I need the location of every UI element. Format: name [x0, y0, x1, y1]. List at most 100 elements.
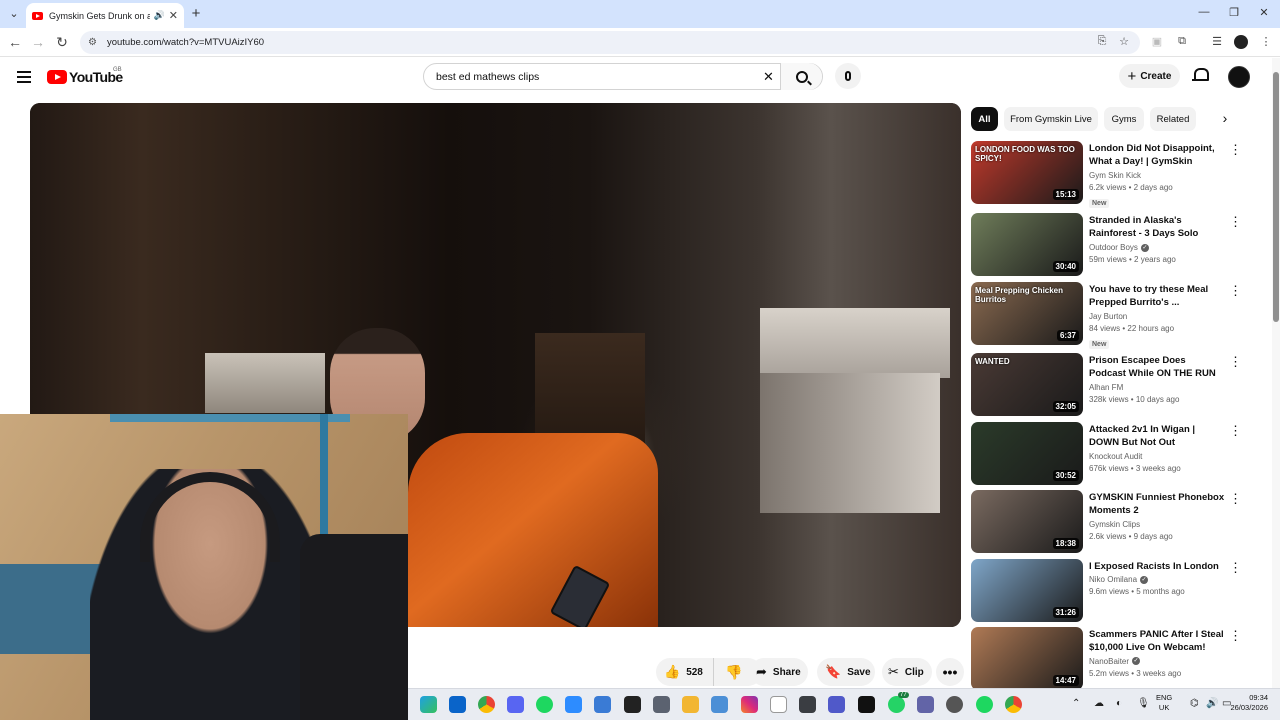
close-window-button[interactable]: ✕ [1254, 6, 1274, 19]
video-menu-icon[interactable]: ⋮ [1229, 143, 1242, 156]
video-thumbnail[interactable]: 14:47 [971, 627, 1083, 690]
chip-all[interactable]: All [971, 107, 998, 131]
system-clock[interactable]: 09:34 26/03/2026 [1222, 693, 1268, 713]
account-avatar[interactable] [1228, 66, 1250, 88]
profile-avatar[interactable] [1234, 35, 1248, 49]
edge-icon[interactable] [420, 696, 437, 713]
related-video-card[interactable]: 30:52 Attacked 2v1 In Wigan | DOWN But No… [971, 422, 1251, 486]
video-menu-icon[interactable]: ⋮ [1229, 424, 1242, 437]
save-button[interactable]: 🔖 Save [817, 658, 875, 686]
video-title[interactable]: Scammers PANIC After I Steal $10,000 Liv… [1089, 628, 1225, 655]
chrome-active-icon[interactable] [1005, 696, 1022, 713]
site-info-icon[interactable]: ⚙ [88, 37, 97, 48]
audio-playing-icon[interactable]: 🔊 [154, 10, 165, 21]
teams-icon[interactable] [828, 696, 845, 713]
share-button[interactable]: ➦ Share [750, 658, 808, 686]
video-thumbnail[interactable]: 18:38 [971, 490, 1083, 553]
video-menu-icon[interactable]: ⋮ [1229, 284, 1242, 297]
video-title[interactable]: GYMSKIN Funniest Phonebox Moments 2 [1089, 491, 1225, 518]
pen-app-icon[interactable] [594, 696, 611, 713]
chip-gyms[interactable]: Gyms [1104, 107, 1144, 131]
install-app-icon[interactable]: ⎘ [1094, 35, 1110, 48]
wifi-icon[interactable]: ⌬ [1190, 698, 1199, 709]
related-video-card[interactable]: 18:38 GYMSKIN Funniest Phonebox Moments 2… [971, 490, 1251, 554]
video-title[interactable]: You have to try these Meal Prepped Burri… [1089, 283, 1225, 310]
notifications-bell-icon[interactable] [1192, 68, 1209, 83]
new-tab-button[interactable]: + [189, 5, 203, 22]
clear-search-icon[interactable]: ✕ [763, 69, 774, 85]
page-scrollbar-thumb[interactable] [1273, 72, 1279, 322]
minimize-button[interactable]: — [1194, 6, 1214, 18]
more-actions-button[interactable]: ••• [936, 658, 964, 686]
calendar-icon[interactable] [711, 696, 728, 713]
video-thumbnail[interactable]: Meal Prepping Chicken Burritos 6:37 [971, 282, 1083, 345]
edge-tray-icon[interactable]: ◐ [1116, 698, 1122, 709]
chevron-right-icon[interactable]: › [1216, 110, 1234, 126]
outlook-icon[interactable] [449, 696, 466, 713]
close-tab-icon[interactable]: ✕ [169, 9, 178, 22]
onedrive-icon[interactable]: ☁ [1094, 698, 1104, 709]
spotify-icon[interactable] [536, 696, 553, 713]
like-button[interactable]: 👍 528 [656, 658, 714, 686]
reading-list-icon[interactable]: ☰ [1209, 35, 1225, 48]
channel-name[interactable]: Jay Burton [1089, 312, 1127, 321]
chrome-icon[interactable] [478, 696, 495, 713]
volume-icon[interactable]: 🔊 [1206, 698, 1218, 709]
video-title[interactable]: Attacked 2v1 In Wigan | DOWN But Not Out [1089, 423, 1225, 450]
guide-menu-icon[interactable] [17, 71, 31, 83]
chip-related[interactable]: Related [1150, 107, 1196, 131]
video-thumbnail[interactable]: LONDON FOOD WAS TOO SPICY! 15:13 [971, 141, 1083, 204]
search-input[interactable] [436, 70, 756, 83]
extensions-puzzle-icon[interactable]: ⧉ [1174, 35, 1190, 48]
browser-menu-icon[interactable]: ⋮ [1258, 35, 1274, 48]
channel-name[interactable]: NanoBaiter [1089, 657, 1129, 666]
video-menu-icon[interactable]: ⋮ [1229, 355, 1242, 368]
back-button[interactable]: ← [7, 34, 23, 50]
spotify-icon[interactable] [976, 696, 993, 713]
forward-button[interactable]: → [30, 34, 46, 50]
youtube-logo[interactable]: YouTube [47, 69, 123, 85]
discord-icon[interactable] [507, 696, 524, 713]
channel-name[interactable]: Alhan FM [1089, 383, 1123, 392]
video-menu-icon[interactable]: ⋮ [1229, 492, 1242, 505]
related-video-card[interactable]: 14:47 Scammers PANIC After I Steal $10,00… [971, 627, 1251, 691]
calculator-icon[interactable] [799, 696, 816, 713]
microphone-tray-icon[interactable]: 🎙 [1137, 698, 1150, 709]
video-title[interactable]: Stranded in Alaska's Rainforest - 3 Days… [1089, 214, 1225, 241]
video-title[interactable]: London Did Not Disappoint, What a Day! |… [1089, 142, 1225, 169]
related-video-card[interactable]: 30:40 Stranded in Alaska's Rainforest - 3… [971, 213, 1251, 277]
notepad-icon[interactable] [770, 696, 787, 713]
related-video-card[interactable]: WANTED 32:05 Prison Escapee Does Podcast W… [971, 353, 1251, 417]
extension-icon[interactable]: ▣ [1149, 35, 1165, 48]
video-title[interactable]: I Exposed Racists In London [1089, 560, 1225, 573]
restore-button[interactable]: ❐ [1224, 6, 1244, 19]
tab-search-icon[interactable]: ⌄ [6, 6, 22, 22]
capcut-icon[interactable] [624, 696, 641, 713]
address-bar[interactable]: ⚙ youtube.com/watch?v=MTVUAizIY60 [80, 31, 1140, 54]
video-thumbnail[interactable]: 31:26 [971, 559, 1083, 622]
video-thumbnail[interactable]: 30:52 [971, 422, 1083, 485]
browser-tab-active[interactable]: Gymskin Gets Drunk on a Fl 🔊 ✕ [26, 3, 184, 28]
video-thumbnail[interactable]: 30:40 [971, 213, 1083, 276]
teams-chat-icon[interactable] [917, 696, 934, 713]
video-title[interactable]: Prison Escapee Does Podcast While ON THE… [1089, 354, 1225, 381]
search-button[interactable] [780, 63, 822, 90]
video-menu-icon[interactable]: ⋮ [1229, 215, 1242, 228]
photo-editor-icon[interactable] [653, 696, 670, 713]
file-explorer-icon[interactable] [682, 696, 699, 713]
clip-button[interactable]: ✂ Clip [882, 658, 932, 686]
vegas-icon[interactable] [858, 696, 875, 713]
obs-icon[interactable] [946, 696, 963, 713]
channel-name[interactable]: Knockout Audit [1089, 452, 1142, 461]
related-video-card[interactable]: Meal Prepping Chicken Burritos 6:37 You ha… [971, 282, 1251, 349]
related-video-card[interactable]: LONDON FOOD WAS TOO SPICY! 15:13 London Di… [971, 141, 1251, 208]
bookmark-star-icon[interactable]: ☆ [1116, 35, 1132, 48]
chip-from-gymskin-live[interactable]: From Gymskin Live [1004, 107, 1098, 131]
channel-name[interactable]: Gymskin Clips [1089, 520, 1140, 529]
channel-name[interactable]: Niko Omilana [1089, 575, 1137, 584]
dislike-button[interactable]: 👎 [714, 664, 754, 681]
reload-button[interactable]: ↻ [54, 34, 70, 51]
video-thumbnail[interactable]: WANTED 32:05 [971, 353, 1083, 416]
video-menu-icon[interactable]: ⋮ [1229, 629, 1242, 642]
show-hidden-icons-icon[interactable]: ⌃ [1072, 698, 1080, 709]
